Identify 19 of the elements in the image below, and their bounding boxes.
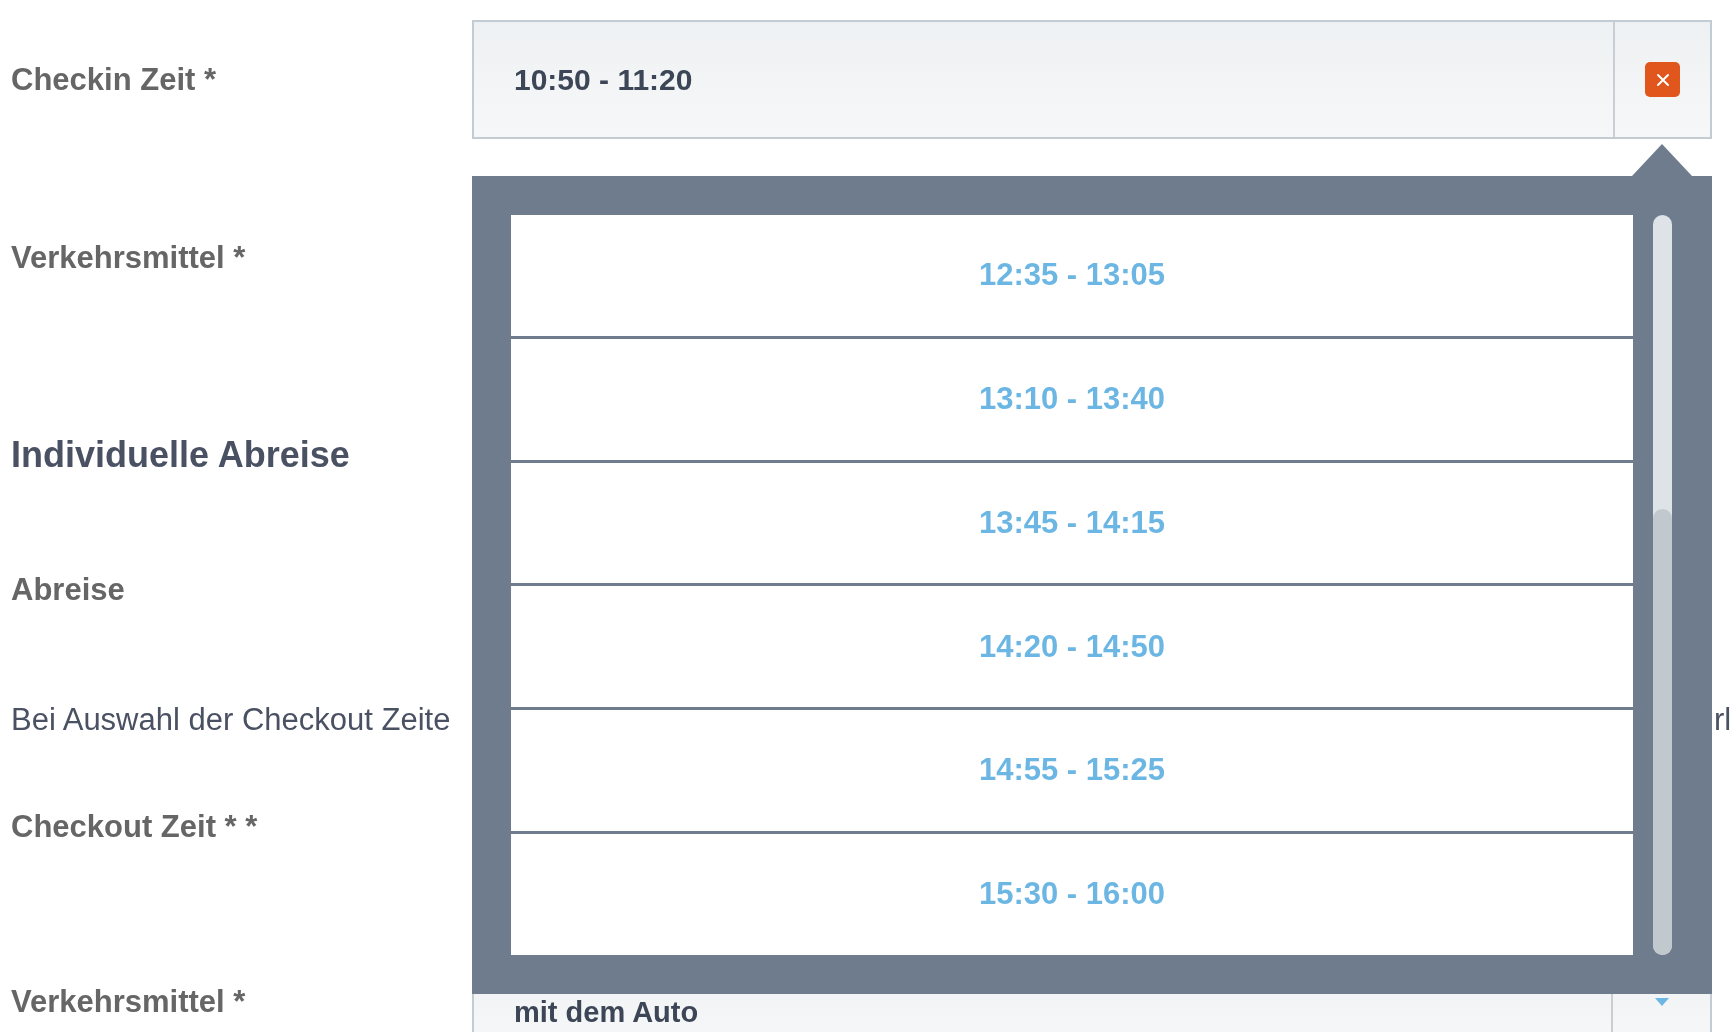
time-option[interactable]: 14:55 - 15:25 — [511, 710, 1633, 832]
note-text: rl — [1713, 701, 1732, 739]
note-text: Bei Auswahl der Checkout Zeite — [10, 701, 452, 739]
scrollbar-thumb[interactable] — [1653, 509, 1672, 955]
time-option[interactable]: 13:45 - 14:15 — [511, 462, 1633, 584]
field-label: Abreise — [10, 571, 126, 609]
time-option[interactable]: 14:20 - 14:50 — [511, 586, 1633, 708]
clear-button[interactable] — [1645, 62, 1680, 97]
close-icon — [1655, 72, 1670, 87]
time-select-field[interactable]: 10:50 - 11:20 — [472, 20, 1712, 139]
field-label: Checkout Zeit * * — [10, 808, 259, 846]
section-heading: Individuelle Abreise — [10, 433, 351, 477]
field-label: Verkehrsmittel * — [10, 983, 247, 1021]
field-label: Verkehrsmittel * — [10, 239, 247, 277]
time-option[interactable]: 15:30 - 16:00 — [511, 834, 1633, 955]
caret-icon — [1654, 998, 1669, 1006]
time-option[interactable]: 13:10 - 13:40 — [511, 338, 1633, 460]
time-option[interactable]: 12:35 - 13:05 — [511, 215, 1633, 336]
field-label: Checkin Zeit * — [10, 60, 217, 99]
